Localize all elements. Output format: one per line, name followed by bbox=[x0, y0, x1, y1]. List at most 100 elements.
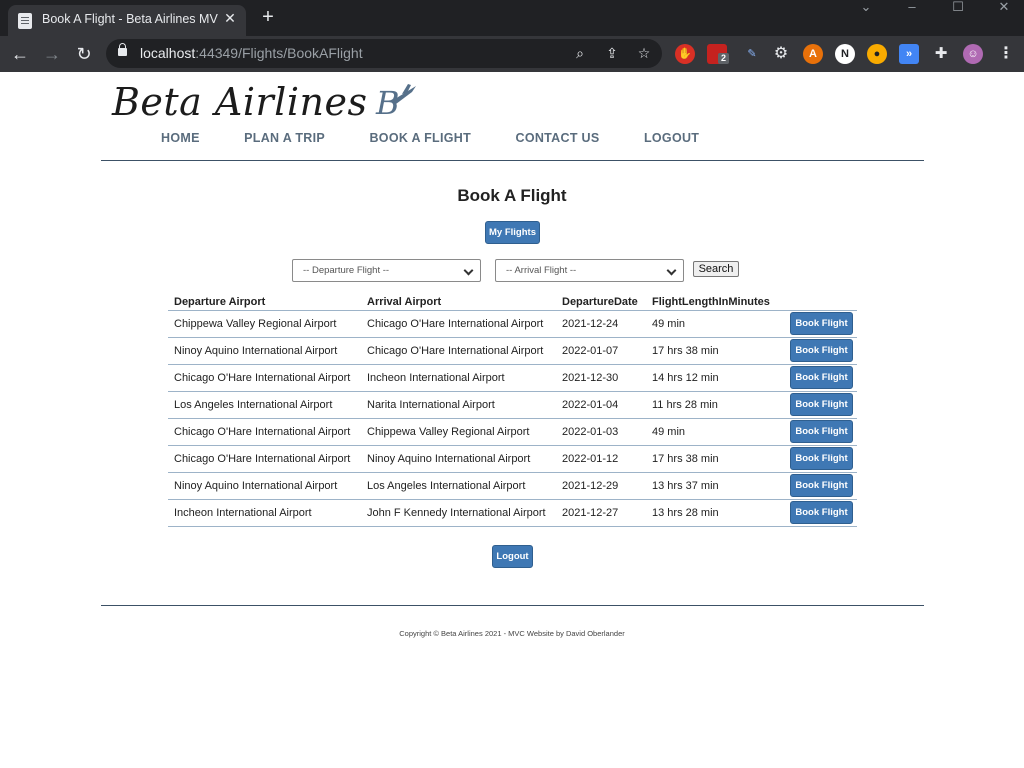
avatar[interactable]: ☺ bbox=[963, 44, 983, 64]
zoom-icon[interactable]: ⌕ bbox=[571, 44, 589, 62]
book-flight-button[interactable]: Book Flight bbox=[790, 447, 853, 470]
action-cell: Book Flight bbox=[777, 445, 857, 473]
departure-date-cell: 2021-12-24 bbox=[556, 309, 646, 338]
window-close-icon[interactable]: ✕ bbox=[981, 0, 1024, 16]
table-row: Chicago O'Hare International Airport Chip… bbox=[168, 418, 857, 446]
nav-contact-us[interactable]: CONTACT US bbox=[516, 131, 600, 145]
action-cell: Book Flight bbox=[777, 391, 857, 419]
departure-airport-cell: Ninoy Aquino International Airport bbox=[168, 337, 361, 365]
main-nav: HOME PLAN A TRIP BOOK A FLIGHT CONTACT U… bbox=[161, 129, 739, 147]
puzzle-icon[interactable]: ✚ bbox=[931, 44, 951, 64]
nav-plan-a-trip[interactable]: PLAN A TRIP bbox=[244, 131, 325, 145]
document-icon bbox=[18, 13, 32, 29]
book-flight-button[interactable]: Book Flight bbox=[790, 501, 853, 524]
close-icon[interactable]: ✕ bbox=[222, 9, 238, 27]
table-row: Chicago O'Hare International Airport Nino… bbox=[168, 445, 857, 473]
back-arrow-icon[interactable]: ← bbox=[8, 42, 32, 66]
action-cell: Book Flight bbox=[777, 418, 857, 446]
logout-button[interactable]: Logout bbox=[492, 545, 533, 568]
flights-table: Departure Airport Arrival Airport Depart… bbox=[168, 294, 857, 527]
table-row: Incheon International Airport John F Kenn… bbox=[168, 499, 857, 527]
header-departure-date: DepartureDate bbox=[562, 295, 638, 308]
copyright-text: Copyright © Beta Airlines 2021 - MVC Web… bbox=[399, 629, 625, 638]
flight-length-cell: 11 hrs 28 min bbox=[646, 391, 777, 419]
flight-length-cell: 49 min bbox=[646, 418, 777, 446]
arrival-airport-cell: Chippewa Valley Regional Airport bbox=[361, 418, 556, 446]
nav-home[interactable]: HOME bbox=[161, 131, 200, 145]
action-cell: Book Flight bbox=[777, 309, 857, 338]
table-row: Chippewa Valley Regional Airport Chicago … bbox=[168, 309, 857, 338]
my-flights-button[interactable]: My Flights bbox=[485, 221, 540, 244]
minimize-icon[interactable]: – bbox=[889, 0, 935, 16]
nav-book-a-flight[interactable]: BOOK A FLIGHT bbox=[369, 131, 471, 145]
url-text[interactable]: localhost:44349/Flights/BookAFlight bbox=[140, 45, 363, 61]
lock-icon bbox=[118, 43, 127, 56]
forward-arrow-icon[interactable]: → bbox=[40, 42, 64, 66]
flight-length-cell: 14 hrs 12 min bbox=[646, 364, 777, 392]
flight-length-cell: 49 min bbox=[646, 309, 777, 338]
departure-airport-cell: Chippewa Valley Regional Airport bbox=[168, 309, 361, 338]
footer-divider bbox=[101, 605, 924, 606]
table-row: Los Angeles International Airport Narita … bbox=[168, 391, 857, 419]
new-tab-icon[interactable]: + bbox=[256, 6, 280, 30]
n-extension-icon[interactable]: N bbox=[835, 44, 855, 64]
departure-airport-cell: Chicago O'Hare International Airport bbox=[168, 445, 361, 473]
orange-extension-icon[interactable]: A bbox=[803, 44, 823, 64]
nav-logout[interactable]: LOGOUT bbox=[644, 131, 699, 145]
star-icon[interactable]: ☆ bbox=[635, 44, 653, 62]
calendar-extension-icon[interactable]: 2 bbox=[707, 44, 729, 64]
departure-date-cell: 2021-12-27 bbox=[556, 499, 646, 527]
departure-airport-cell: Chicago O'Hare International Airport bbox=[168, 418, 361, 446]
action-cell: Book Flight bbox=[777, 337, 857, 365]
table-row: Chicago O'Hare International Airport Inch… bbox=[168, 364, 857, 392]
departure-airport-cell: Ninoy Aquino International Airport bbox=[168, 472, 361, 500]
fast-forward-extension-icon[interactable]: » bbox=[899, 44, 919, 64]
action-cell: Book Flight bbox=[777, 472, 857, 500]
chevron-down-icon[interactable]: ⌄ bbox=[843, 0, 889, 16]
book-flight-button[interactable]: Book Flight bbox=[790, 474, 853, 497]
site-logo[interactable]: Beta Airlines B bbox=[112, 80, 416, 126]
yellow-extension-icon[interactable]: ● bbox=[867, 44, 887, 64]
share-icon[interactable]: ⇪ bbox=[603, 44, 621, 62]
header-departure-airport: Departure Airport bbox=[174, 295, 266, 308]
arrival-airport-cell: Narita International Airport bbox=[361, 391, 556, 419]
more-menu-icon[interactable]: ⋮ bbox=[996, 44, 1016, 64]
table-row: Ninoy Aquino International Airport Chicag… bbox=[168, 337, 857, 365]
chevron-down-icon bbox=[462, 262, 476, 280]
book-flight-button[interactable]: Book Flight bbox=[790, 420, 853, 443]
adblock-extension-icon[interactable]: ✋ bbox=[675, 44, 695, 64]
arrival-flight-select[interactable]: -- Arrival Flight -- bbox=[495, 259, 684, 282]
book-flight-button[interactable]: Book Flight bbox=[790, 312, 853, 335]
book-flight-button[interactable]: Book Flight bbox=[790, 339, 853, 362]
departure-date-cell: 2022-01-04 bbox=[556, 391, 646, 419]
address-bar[interactable]: localhost:44349/Flights/BookAFlight ⌕ ⇪ … bbox=[106, 39, 662, 68]
table-row: Ninoy Aquino International Airport Los An… bbox=[168, 472, 857, 500]
book-flight-button[interactable]: Book Flight bbox=[790, 393, 853, 416]
flight-length-cell: 17 hrs 38 min bbox=[646, 337, 777, 365]
flight-length-cell: 17 hrs 38 min bbox=[646, 445, 777, 473]
tab-title: Book A Flight - Beta Airlines MVC bbox=[42, 12, 218, 26]
departure-airport-cell: Los Angeles International Airport bbox=[168, 391, 361, 419]
maximize-icon[interactable]: ☐ bbox=[935, 0, 981, 16]
departure-date-cell: 2021-12-29 bbox=[556, 472, 646, 500]
browser-tab-strip: Book A Flight - Beta Airlines MVC ✕ + ⌄ … bbox=[0, 0, 1024, 36]
browser-tab[interactable]: Book A Flight - Beta Airlines MVC ✕ bbox=[8, 5, 246, 36]
header-flight-length: FlightLengthInMinutes bbox=[652, 295, 770, 308]
pen-extension-icon[interactable]: ✎ bbox=[742, 44, 762, 64]
arrival-airport-cell: Ninoy Aquino International Airport bbox=[361, 445, 556, 473]
arrival-airport-cell: Chicago O'Hare International Airport bbox=[361, 309, 556, 338]
action-cell: Book Flight bbox=[777, 364, 857, 392]
departure-date-cell: 2022-01-03 bbox=[556, 418, 646, 446]
departure-date-cell: 2022-01-07 bbox=[556, 337, 646, 365]
chevron-down-icon bbox=[665, 262, 679, 280]
reload-icon[interactable]: ↻ bbox=[72, 42, 96, 66]
departure-flight-select[interactable]: -- Departure Flight -- bbox=[292, 259, 481, 282]
departure-airport-cell: Chicago O'Hare International Airport bbox=[168, 364, 361, 392]
book-flight-button[interactable]: Book Flight bbox=[790, 366, 853, 389]
flight-length-cell: 13 hrs 28 min bbox=[646, 499, 777, 527]
arrival-airport-cell: Incheon International Airport bbox=[361, 364, 556, 392]
browser-toolbar: ← → ↻ localhost:44349/Flights/BookAFligh… bbox=[0, 36, 1024, 72]
header-arrival-airport: Arrival Airport bbox=[367, 295, 442, 308]
gear-extension-icon[interactable]: ⚙ bbox=[771, 44, 791, 64]
search-button[interactable]: Search bbox=[693, 261, 739, 277]
